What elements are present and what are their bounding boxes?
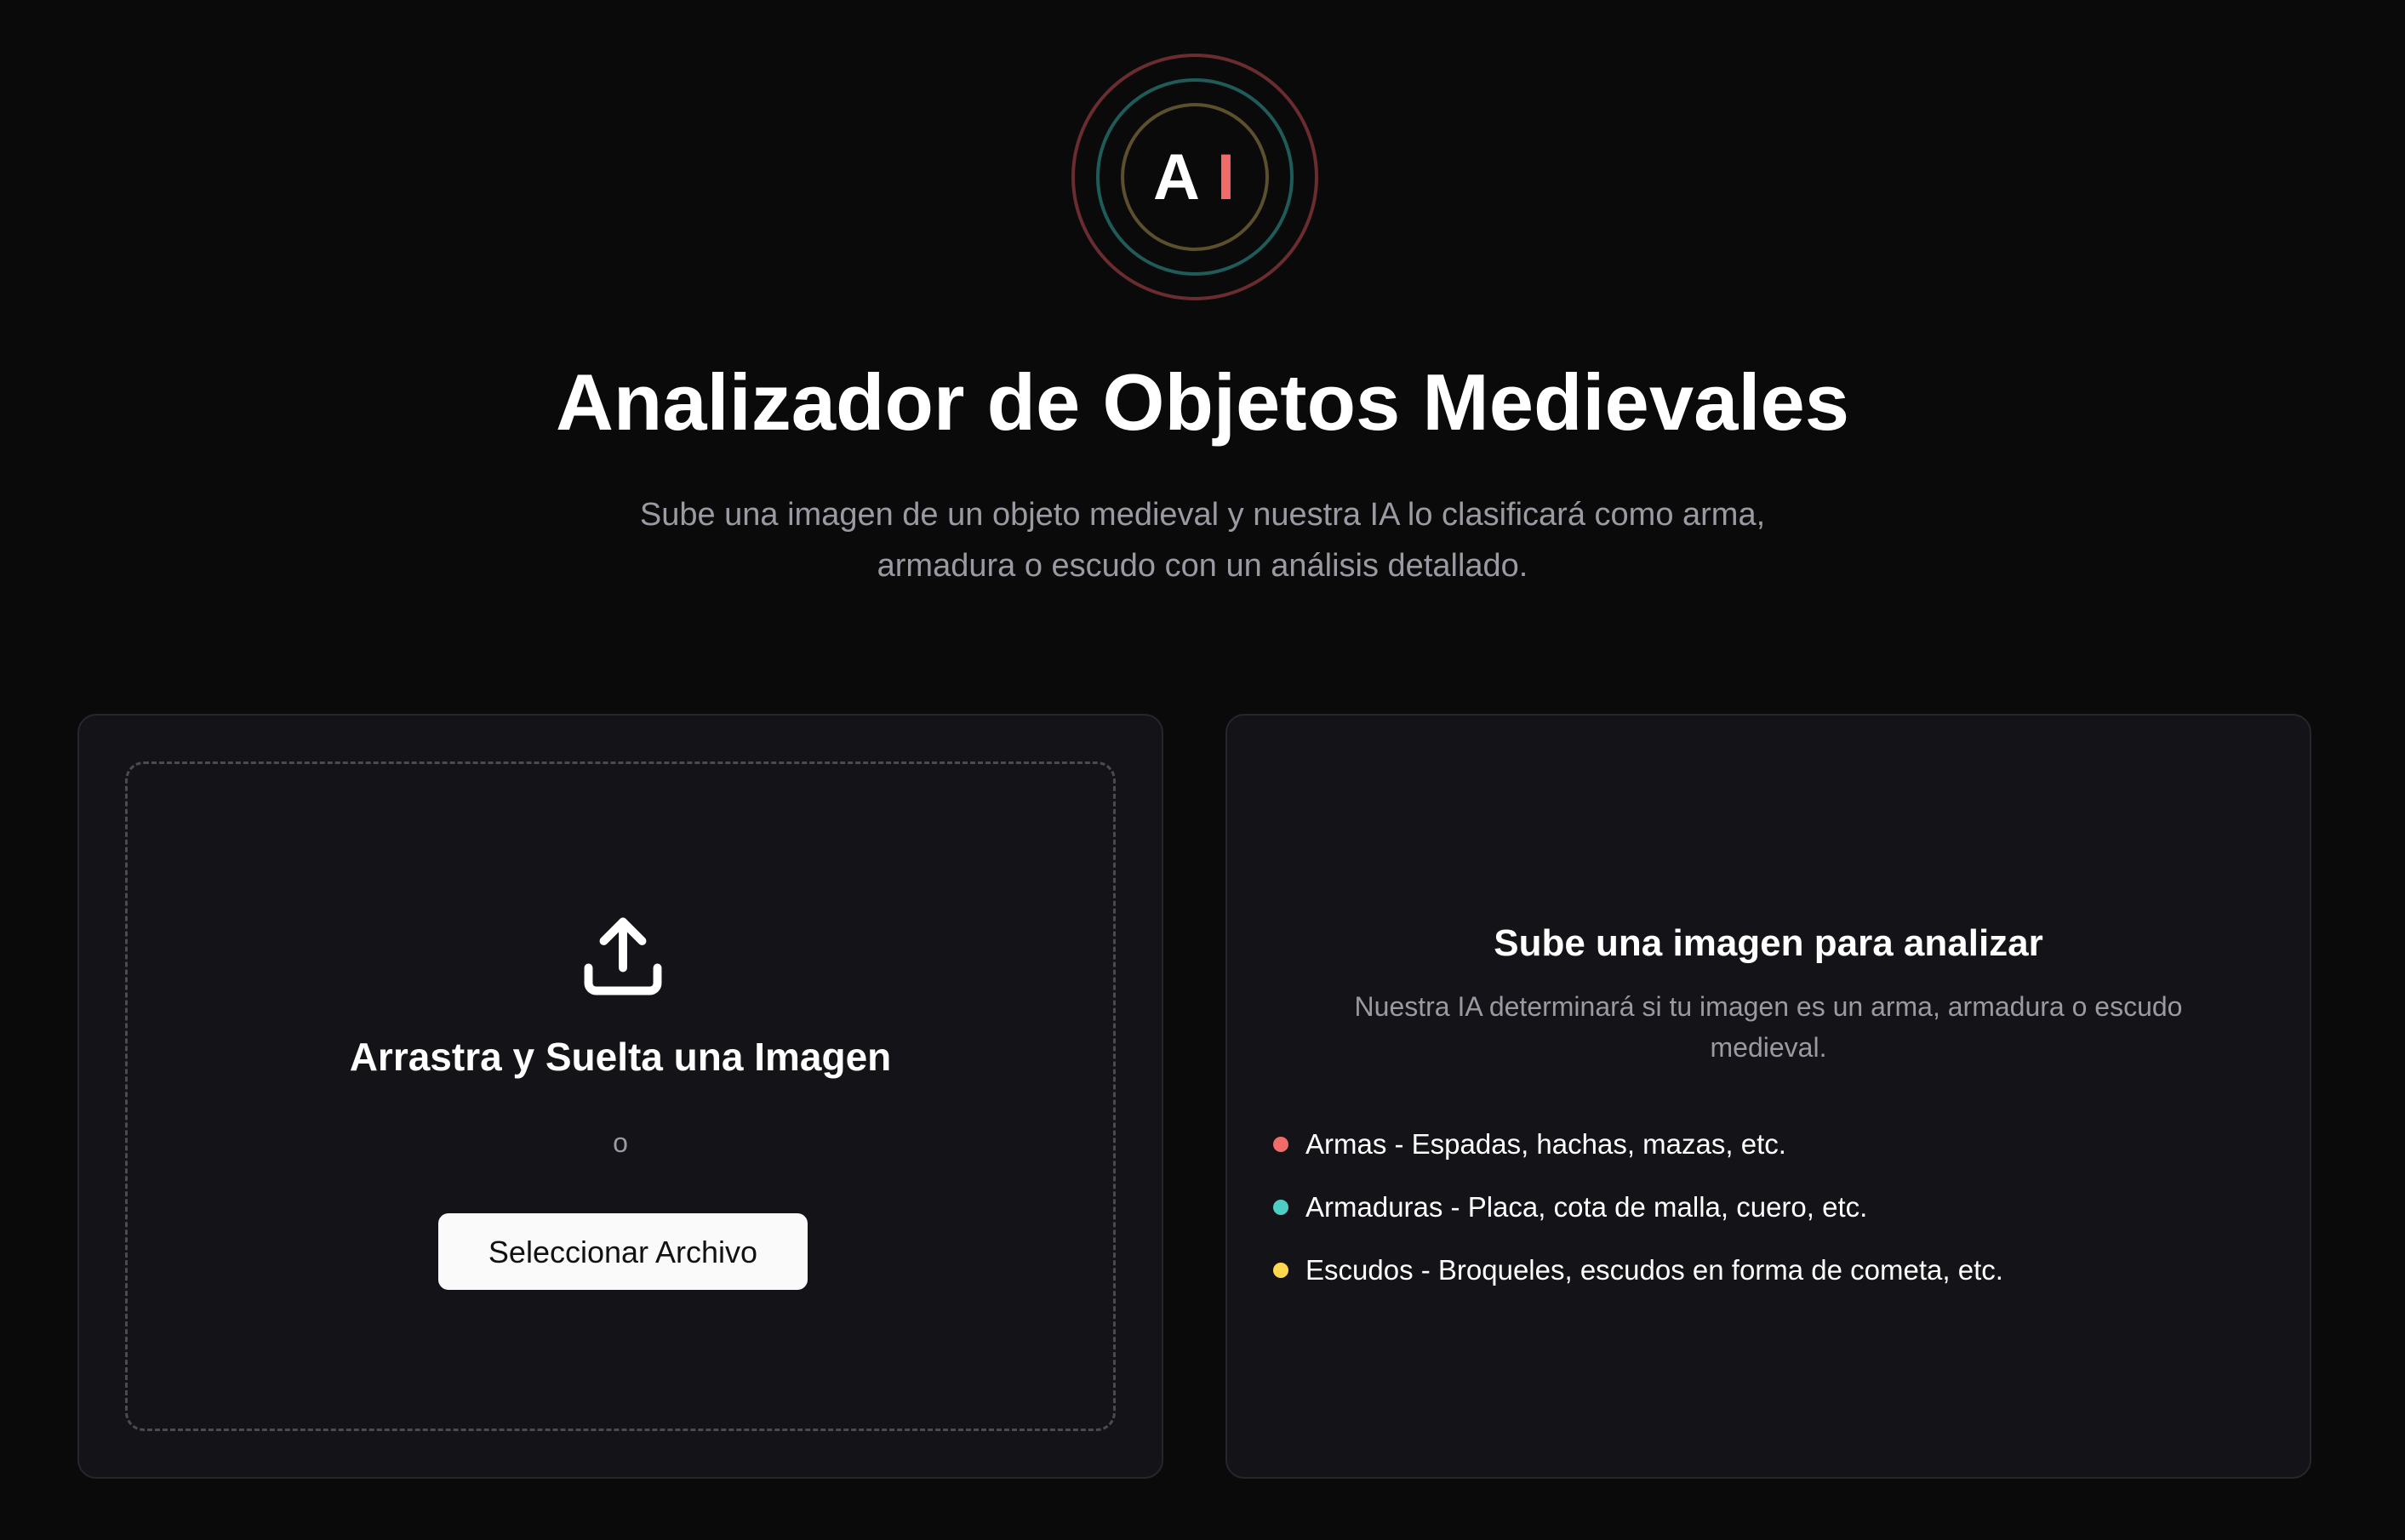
- page-title: Analizador de Objetos Medievales: [555, 357, 1850, 447]
- info-description: Nuestra IA determinará si tu imagen es u…: [1354, 991, 2183, 1063]
- info-card: Sube una imagen para analizar Nuestra IA…: [1225, 714, 2311, 1479]
- upload-icon: [584, 917, 662, 995]
- category-item-armaduras: Armaduras - Placa, cota de malla, cuero,…: [1273, 1176, 2003, 1239]
- category-item-escudos: Escudos - Broqueles, escudos en forma de…: [1273, 1239, 2003, 1302]
- category-dot-icon: [1273, 1137, 1288, 1152]
- category-dot-icon: [1273, 1200, 1288, 1215]
- category-label: Armaduras - Placa, cota de malla, cuero,…: [1305, 1191, 1868, 1223]
- category-list: Armas - Espadas, hachas, mazas, etc. Arm…: [1273, 1113, 2003, 1302]
- category-label: Escudos - Broqueles, escudos en forma de…: [1305, 1254, 2003, 1286]
- page-subtitle: Sube una imagen de un objeto medieval y …: [639, 497, 1766, 584]
- dropzone[interactable]: Arrastra y Suelta una Imagen o Seleccion…: [125, 761, 1116, 1431]
- logo-mark: A I: [1071, 54, 1318, 300]
- page: A I Analizador de Objetos Medievales Sub…: [0, 0, 2405, 1540]
- select-file-button[interactable]: Seleccionar Archivo: [438, 1213, 808, 1290]
- upload-card: Arrastra y Suelta una Imagen o Seleccion…: [77, 714, 1163, 1479]
- dropzone-separator: o: [613, 1127, 628, 1158]
- category-item-armas: Armas - Espadas, hachas, mazas, etc.: [1273, 1113, 2003, 1176]
- ai-logo: A I: [1071, 54, 1318, 300]
- logo-letter-a: A: [1152, 140, 1202, 214]
- dropzone-title: Arrastra y Suelta una Imagen: [349, 1035, 892, 1079]
- category-dot-icon: [1273, 1263, 1288, 1278]
- logo-letter-i: I: [1216, 140, 1237, 214]
- category-label: Armas - Espadas, hachas, mazas, etc.: [1305, 1128, 1786, 1160]
- info-title: Sube una imagen para analizar: [1494, 922, 2043, 964]
